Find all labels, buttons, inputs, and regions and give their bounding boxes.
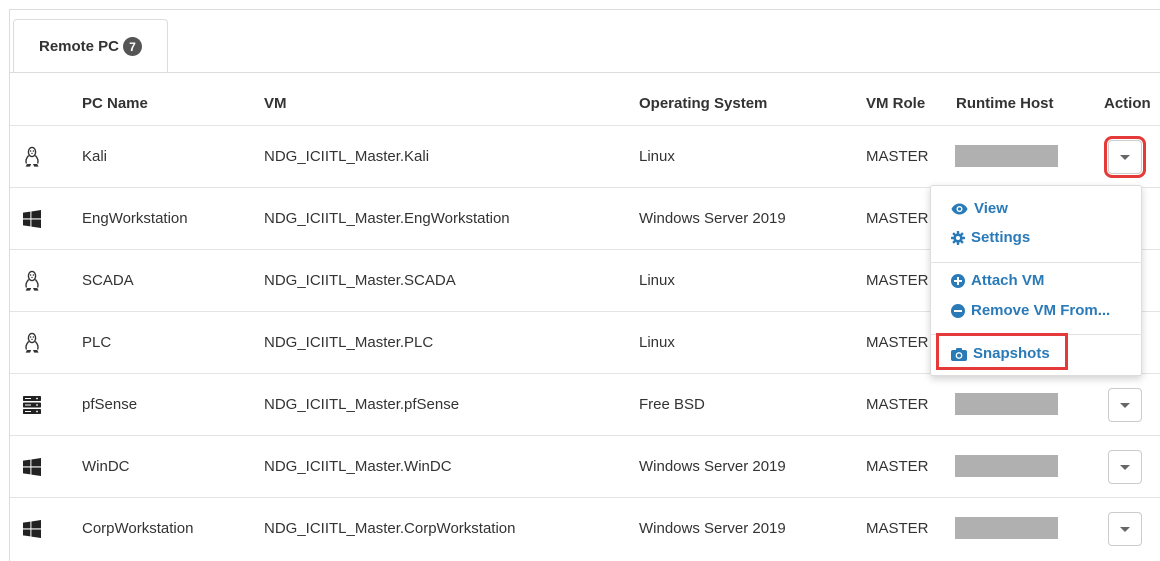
os-cell: Linux (639, 148, 675, 165)
header-vm[interactable]: VM (264, 95, 287, 112)
menu-item-remove-vm-label: Remove VM From... (971, 302, 1111, 319)
pc-name-cell: EngWorkstation (82, 210, 188, 227)
menu-item-attach-vm-label: Attach VM (971, 272, 1045, 289)
chevron-down-icon (1120, 526, 1130, 532)
pc-name-cell: Kali (82, 148, 108, 165)
header-runtime-host[interactable]: Runtime Host (956, 95, 1054, 112)
menu-item-view[interactable]: View (951, 200, 1008, 217)
menu-item-attach-vm[interactable]: Attach VM (951, 272, 1044, 289)
eye-icon (951, 203, 968, 215)
linux-icon (20, 250, 44, 311)
os-cell: Windows Server 2019 (639, 210, 786, 227)
runtime-host-redacted (955, 145, 1058, 167)
table-row[interactable]: pfSense NDG_ICIITL_Master.pfSense Free BSD… (10, 373, 1160, 435)
action-dropdown-button[interactable] (1108, 388, 1142, 422)
vm-cell: NDG_ICIITL_Master.PLC (264, 334, 434, 351)
pc-name-cell: pfSense (82, 396, 138, 413)
table-divider (10, 72, 1160, 73)
header-vm-role[interactable]: VM Role (866, 95, 925, 112)
vm-cell: NDG_ICIITL_Master.Kali (264, 148, 430, 165)
vm-cell: NDG_ICIITL_Master.pfSense (264, 396, 460, 413)
os-cell: Linux (639, 272, 675, 289)
runtime-host-redacted (955, 393, 1058, 415)
linux-icon (20, 312, 44, 373)
chevron-down-icon (1120, 402, 1130, 408)
vm-cell: NDG_ICIITL_Master.EngWorkstation (264, 210, 510, 227)
snapshots-highlight-box (936, 333, 1068, 370)
action-dropdown-button[interactable] (1108, 512, 1142, 546)
os-cell: Windows Server 2019 (639, 458, 786, 475)
header-action: Action (1104, 95, 1151, 112)
menu-item-settings[interactable]: Settings (951, 229, 1030, 246)
vm-cell: NDG_ICIITL_Master.WinDC (264, 458, 452, 475)
header-operating-system[interactable]: Operating System (639, 95, 767, 112)
pc-name-cell: PLC (82, 334, 112, 351)
windows-icon (20, 498, 44, 559)
header-pc-name[interactable]: PC Name (82, 95, 148, 112)
windows-icon (20, 188, 44, 249)
chevron-down-icon (1120, 464, 1130, 470)
action-dropdown-button[interactable] (1108, 450, 1142, 484)
vm-cell: NDG_ICIITL_Master.SCADA (264, 272, 456, 289)
menu-divider (931, 262, 1141, 263)
vm-role-cell: MASTER (866, 272, 929, 289)
pc-name-cell: WinDC (82, 458, 130, 475)
action-dropdown-button[interactable] (1104, 136, 1146, 178)
count-badge: 7 (123, 37, 143, 56)
vm-role-cell: MASTER (866, 334, 929, 351)
pc-name-cell: SCADA (82, 272, 134, 289)
windows-icon (20, 436, 44, 497)
os-cell: Linux (639, 334, 675, 351)
menu-item-remove-vm[interactable]: Remove VM From... (951, 302, 1110, 319)
tab-label: Remote PC (38, 38, 120, 55)
tab-remote-pc[interactable]: Remote PC 7 (13, 19, 168, 73)
gear-icon (951, 230, 965, 245)
vm-role-cell: MASTER (866, 396, 929, 413)
runtime-host-redacted (955, 517, 1058, 539)
chevron-down-icon (1120, 154, 1130, 160)
table-row[interactable]: CorpWorkstation NDG_ICIITL_Master.CorpWor… (10, 497, 1160, 559)
table-row[interactable]: WinDC NDG_ICIITL_Master.WinDC Windows Serv… (10, 435, 1160, 497)
pc-name-cell: CorpWorkstation (82, 520, 194, 537)
os-cell: Free BSD (639, 396, 705, 413)
vm-role-cell: MASTER (866, 210, 929, 227)
plus-circle-icon (951, 273, 965, 288)
vm-role-cell: MASTER (866, 458, 929, 475)
vm-role-cell: MASTER (866, 148, 929, 165)
menu-item-view-label: View (974, 200, 1008, 217)
os-cell: Windows Server 2019 (639, 520, 786, 537)
runtime-host-redacted (955, 455, 1058, 477)
server-icon (20, 374, 44, 435)
vm-role-cell: MASTER (866, 520, 929, 537)
vm-cell: NDG_ICIITL_Master.CorpWorkstation (264, 520, 516, 537)
table-row[interactable]: Kali NDG_ICIITL_Master.Kali Linux MASTER (10, 125, 1160, 187)
menu-item-settings-label: Settings (971, 229, 1031, 246)
linux-icon (20, 126, 44, 187)
minus-circle-icon (951, 303, 965, 318)
